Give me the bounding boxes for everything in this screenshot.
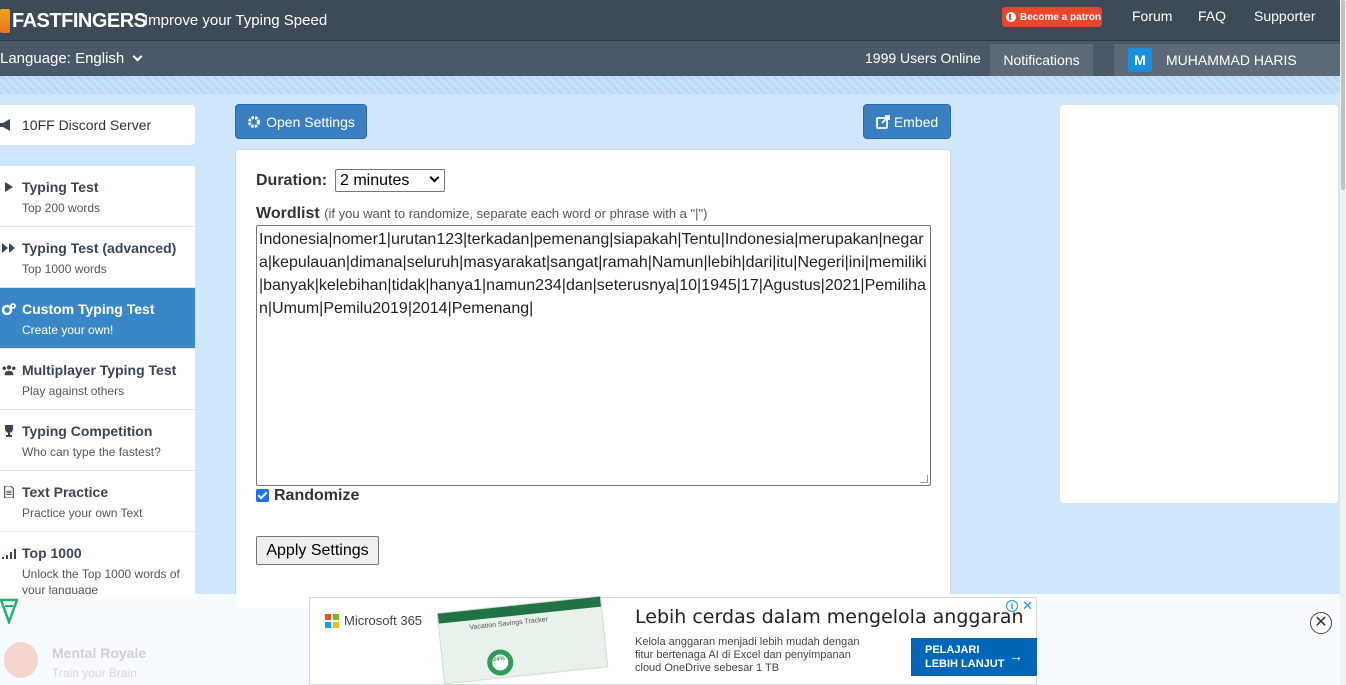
bottom-ad-banner[interactable]: Microsoft 365 Vacation Savings Tracker 2…	[309, 595, 1037, 685]
trophy-icon	[5, 425, 13, 437]
gears-icon	[2, 303, 16, 315]
logo-mark-icon	[0, 9, 10, 33]
share-icon	[875, 114, 890, 129]
embed-label: Embed	[893, 113, 939, 130]
ad-product-image: Vacation Savings Tracker 24%	[436, 595, 609, 685]
discord-server-link[interactable]: 10FF Discord Server	[0, 105, 195, 145]
sidebar-item-subtitle: Who can type the fastest?	[22, 445, 161, 459]
play-icon	[5, 182, 13, 192]
sidebar-menu: Typing Test Top 200 words Typing Test (a…	[0, 166, 195, 598]
randomize-checkbox[interactable]	[256, 489, 269, 502]
duration-select[interactable]: 2 minutes	[335, 169, 445, 192]
logo-text: FASTFINGERS	[12, 9, 147, 32]
nav-faq[interactable]: FAQ	[1198, 8, 1226, 24]
tagline: Improve your Typing Speed	[144, 12, 328, 29]
patreon-icon	[1006, 12, 1016, 22]
sidebar-item-custom-typing-test[interactable]: Custom Typing Test Create your own!	[0, 288, 195, 349]
sidebar-item-typing-test[interactable]: Typing Test Top 200 words	[0, 166, 195, 227]
sidebar-item-title: Mental Royale	[52, 645, 147, 661]
sidebar-item-title: Text Practice	[22, 484, 109, 500]
wordlist-textarea[interactable]: Indonesia|nomer1|urutan123|terkadan|peme…	[256, 225, 931, 486]
close-ad-button[interactable]: ✕	[1310, 612, 1332, 634]
sidebar-item-title: Multiplayer Typing Test	[22, 362, 177, 378]
sidebar-item-text-practice[interactable]: Text Practice Practice your own Text	[0, 471, 195, 532]
ad-brand: Microsoft 365	[344, 613, 423, 628]
ad-info-icon[interactable]: i	[1006, 600, 1018, 612]
top-bar: FASTFINGERS Improve your Typing Speed Be…	[0, 0, 1340, 40]
patron-label: Become a patron	[1020, 11, 1102, 23]
duration-value: 2 minutes	[340, 171, 410, 189]
notifications-button[interactable]: Notifications	[990, 44, 1093, 76]
ad-headline: Lebih cerdas dalam mengelola anggaran	[635, 606, 1024, 628]
sidebar-item-title: Typing Test (advanced)	[22, 240, 177, 256]
open-settings-label: Open Settings	[266, 113, 355, 130]
gear-icon	[248, 115, 261, 128]
signal-icon	[2, 549, 16, 559]
arrow-right-icon: →	[1009, 648, 1023, 664]
ad-learn-more-button[interactable]: PELAJARI LEBIH LANJUT →	[911, 638, 1037, 676]
sidebar-item-subtitle: Play against others	[22, 384, 125, 398]
scrollbar-thumb[interactable]	[1341, 0, 1345, 190]
fast-forward-icon	[2, 243, 15, 253]
nav-supporter[interactable]: Supporter	[1254, 8, 1315, 24]
resize-handle-icon[interactable]	[920, 475, 928, 483]
brain-icon	[4, 642, 38, 678]
users-online: 1999 Users Online	[865, 50, 981, 66]
sub-bar: Language: English 1999 Users Online Noti…	[0, 40, 1340, 76]
language-label: Language: English	[0, 50, 125, 67]
embed-button[interactable]: Embed	[863, 104, 951, 139]
side-ad-slot	[1060, 105, 1338, 503]
page-scrollbar[interactable]	[1340, 0, 1346, 685]
ad-chart-ring: 24%	[485, 648, 515, 677]
sidebar-item-title: Typing Test	[22, 179, 99, 195]
megaphone-icon	[0, 119, 10, 131]
brand-v-icon	[0, 598, 18, 624]
nav-forum[interactable]: Forum	[1132, 8, 1172, 24]
ad-shot-percent: 24%	[492, 655, 506, 664]
settings-panel: Duration: 2 minutes Wordlist (if you wan…	[235, 149, 951, 609]
apply-settings-label: Apply Settings	[266, 541, 369, 559]
document-icon	[4, 486, 14, 498]
sidebar-item-title: Top 1000	[22, 545, 82, 561]
become-patron-button[interactable]: Become a patron	[1002, 7, 1102, 27]
sidebar-item-subtitle: Top 200 words	[22, 201, 101, 215]
sidebar-item-title: Typing Competition	[22, 423, 153, 439]
sidebar-item-top-1000[interactable]: Top 1000 Unlock the Top 1000 words of yo…	[0, 532, 195, 598]
chevron-down-icon	[429, 172, 440, 183]
wordlist-value: Indonesia|nomer1|urutan123|terkadan|peme…	[259, 231, 927, 317]
sidebar-item-title: Custom Typing Test	[22, 301, 155, 317]
apply-settings-button[interactable]: Apply Settings	[256, 536, 379, 565]
sidebar-item-subtitle: Train your Brain	[52, 666, 137, 680]
sidebar-item-competition[interactable]: Typing Competition Who can type the fast…	[0, 410, 195, 471]
sidebar-item-subtitle: Top 1000 words	[22, 262, 107, 276]
ad-close-x-icon[interactable]: ✕	[1022, 598, 1033, 614]
username: MUHAMMAD HARIS	[1166, 52, 1297, 68]
notifications-label: Notifications	[1003, 52, 1080, 68]
ad-body: Kelola anggaran menjadi lebih mudah deng…	[635, 636, 860, 674]
discord-label: 10FF Discord Server	[22, 117, 152, 133]
microsoft-logo-icon	[325, 614, 339, 628]
sidebar-item-mental-royale[interactable]: Mental Royale Train your Brain	[0, 632, 195, 685]
wordlist-hint: (if you want to randomize, separate each…	[324, 206, 708, 221]
randomize-label[interactable]: Randomize	[274, 487, 359, 505]
sidebar-item-typing-test-advanced[interactable]: Typing Test (advanced) Top 1000 words	[0, 227, 195, 288]
sidebar-item-subtitle: Create your own!	[22, 323, 114, 337]
user-menu[interactable]: M MUHAMMAD HARIS	[1114, 44, 1340, 76]
open-settings-button[interactable]: Open Settings	[235, 104, 367, 139]
chevron-down-icon	[133, 51, 143, 62]
wordlist-label: Wordlist	[256, 205, 320, 222]
avatar: M	[1128, 48, 1152, 72]
duration-label: Duration:	[256, 172, 328, 189]
sidebar-item-subtitle: Practice your own Text	[22, 506, 143, 520]
language-selector[interactable]: Language: English	[0, 50, 143, 67]
wordlist-heading: Wordlist (if you want to randomize, sepa…	[256, 205, 707, 223]
users-icon	[2, 365, 16, 376]
sidebar-item-multiplayer[interactable]: Multiplayer Typing Test Play against oth…	[0, 349, 195, 410]
header-stripe	[0, 76, 1340, 94]
logo[interactable]: FASTFINGERS	[0, 8, 147, 34]
